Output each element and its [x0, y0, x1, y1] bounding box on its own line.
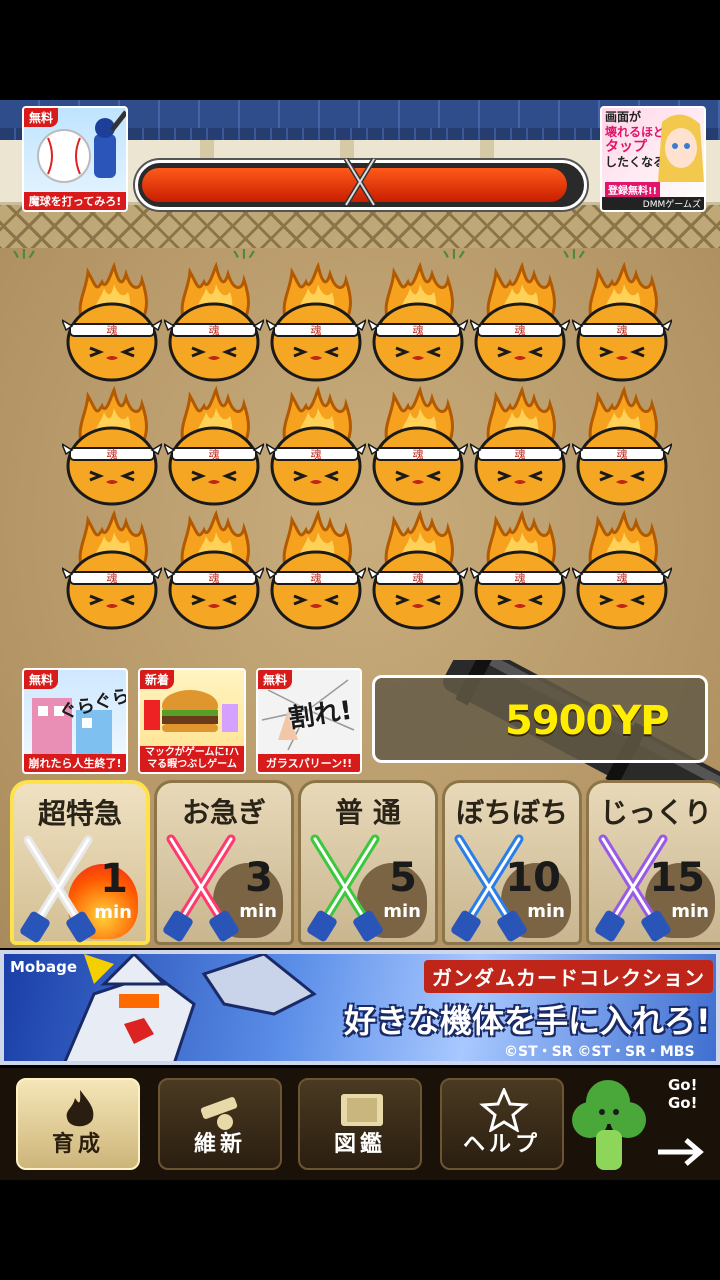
speed-unit: min: [239, 901, 277, 922]
speed-unit: min: [94, 902, 132, 923]
currency-panel: 5900YP: [372, 675, 708, 763]
flame-spirit-character[interactable]: 魂: [468, 385, 572, 506]
svg-text:魂: 魂: [413, 324, 424, 337]
tower-game-ad[interactable]: 無料 ぐらぐら 崩れたら人生終了!: [22, 668, 128, 774]
svg-text:魂: 魂: [311, 448, 322, 461]
banner-brand: Mobage: [10, 958, 78, 976]
gogo-line: Go!: [668, 1076, 698, 1094]
nav-help-button[interactable]: ヘルプ: [440, 1078, 564, 1170]
ad-badge: 新着: [140, 670, 175, 689]
flame-spirit-character[interactable]: 魂: [264, 385, 368, 506]
ad-badge: 無料: [24, 670, 59, 689]
flame-spirit-character[interactable]: 魂: [162, 261, 266, 382]
flame-spirit-character[interactable]: 魂: [162, 385, 266, 506]
speed-unit: min: [671, 901, 709, 922]
flame-spirit-character[interactable]: 魂: [60, 385, 164, 506]
svg-text:魂: 魂: [515, 324, 526, 337]
flame-spirit-character[interactable]: 魂: [60, 261, 164, 382]
svg-text:魂: 魂: [515, 572, 526, 585]
crossed-swords-icon: [163, 834, 239, 942]
crossed-swords-icon: [307, 834, 383, 942]
burger-game-ad[interactable]: 新着 マックがゲームに!ハマる暇つぶしゲーム: [138, 668, 246, 774]
svg-text:魂: 魂: [617, 324, 628, 337]
speed-button[interactable]: ぼちぼち 10 min: [442, 780, 582, 945]
svg-text:魂: 魂: [209, 324, 220, 337]
speed-button[interactable]: じっくり 15 min: [586, 780, 720, 945]
svg-text:魂: 魂: [311, 324, 322, 337]
flame-spirit-character[interactable]: 魂: [570, 261, 674, 382]
speed-label: じっくり: [599, 796, 712, 829]
banner-copyright: ©ST・SR ©ST・SR・MBS: [504, 1044, 695, 1060]
crossed-swords-icon: [20, 835, 96, 943]
nav-label: 維新: [193, 1132, 246, 1157]
flame-spirit-character[interactable]: 魂: [468, 509, 572, 630]
ad-caption: 魔球を打ってみろ!: [24, 192, 126, 210]
flame-spirit-character[interactable]: 魂: [162, 509, 266, 630]
svg-text:魂: 魂: [617, 448, 628, 461]
baseball-game-ad[interactable]: 無料 魔球を打ってみろ!: [22, 106, 128, 212]
ad-badge: 登録無料!!: [605, 182, 661, 197]
ad-caption: マックがゲームに!ハマる暇つぶしゲーム: [140, 746, 244, 772]
flame-spirit-character[interactable]: 魂: [264, 261, 368, 382]
speed-button[interactable]: 超特急 1 min: [10, 780, 150, 945]
flame-spirit-character[interactable]: 魂: [366, 385, 470, 506]
gundam-banner-ad[interactable]: Mobage ガンダムカードコレクション 好きな機体を手に入れろ! ©ST・SR…: [0, 950, 720, 1065]
banner-title: ガンダムカードコレクション: [424, 960, 713, 993]
svg-text:魂: 魂: [515, 448, 526, 461]
speed-button[interactable]: 普 通 5 min: [298, 780, 438, 945]
svg-text:魂: 魂: [107, 572, 118, 585]
flame-spirit-character[interactable]: 魂: [570, 509, 674, 630]
anime-girl-icon: [658, 114, 704, 182]
speed-label: 超特急: [37, 797, 122, 830]
speed-unit: min: [383, 901, 421, 922]
ad-caption: 崩れたら人生終了!: [24, 754, 126, 772]
speed-unit: min: [527, 901, 565, 922]
svg-text:魂: 魂: [413, 448, 424, 461]
gogo-line: Go!: [668, 1094, 698, 1112]
flame-spirit-character[interactable]: 魂: [60, 509, 164, 630]
svg-text:魂: 魂: [107, 324, 118, 337]
speed-minutes: 1: [100, 856, 128, 902]
speed-label: ぼちぼち: [455, 796, 568, 829]
flame-spirit-character[interactable]: 魂: [366, 509, 470, 630]
svg-text:魂: 魂: [617, 572, 628, 585]
flame-spirit-character[interactable]: 魂: [366, 261, 470, 382]
speed-minutes: 15: [649, 855, 705, 901]
speed-minutes: 5: [389, 855, 417, 901]
nav-encyclopedia-button[interactable]: 図鑑: [298, 1078, 422, 1170]
svg-text:魂: 魂: [107, 448, 118, 461]
game-screen: ⺌ ⺌ ⺌ ⺌ 無料 魔球を打ってみろ! 画面が 壊れるほど タップ したくなる…: [0, 0, 720, 1280]
nav-label: 育成: [51, 1132, 104, 1157]
banner-catchphrase: 好きな機体を手に入れろ!: [344, 1002, 711, 1040]
speed-label: 普 通: [335, 796, 401, 829]
nav-label: 図鑑: [333, 1132, 386, 1157]
nav-train-button[interactable]: 育成: [16, 1078, 140, 1170]
gogo-label: Go! Go!: [668, 1076, 697, 1112]
ad-badge: 無料: [24, 108, 59, 127]
grass-tuft: ⺌: [10, 246, 39, 279]
ad-caption: ガラスパリーン!!: [258, 754, 360, 772]
speed-button[interactable]: お急ぎ 3 min: [154, 780, 294, 945]
dmm-game-ad[interactable]: 画面が 壊れるほど タップ したくなる! 登録無料!! DMMゲームズ: [600, 106, 706, 212]
crossed-swords-icon: [343, 157, 377, 207]
flame-spirit-character[interactable]: 魂: [468, 261, 572, 382]
glass-game-ad[interactable]: 無料 割れ! ガラスパリーン!!: [256, 668, 362, 774]
ad-badge: 無料: [258, 670, 293, 689]
svg-text:魂: 魂: [209, 448, 220, 461]
svg-text:魂: 魂: [209, 572, 220, 585]
currency-value: 5900YP: [505, 698, 670, 744]
nav-label: ヘルプ: [462, 1132, 541, 1157]
svg-text:魂: 魂: [413, 572, 424, 585]
flame-spirit-character[interactable]: 魂: [264, 509, 368, 630]
speed-minutes: 3: [245, 855, 273, 901]
nav-restoration-button[interactable]: 維新: [158, 1078, 282, 1170]
ad-brand: DMMゲームズ: [602, 197, 704, 210]
speed-minutes: 10: [505, 855, 561, 901]
flame-spirit-character[interactable]: 魂: [570, 385, 674, 506]
svg-text:魂: 魂: [311, 572, 322, 585]
speed-label: お急ぎ: [181, 796, 266, 829]
